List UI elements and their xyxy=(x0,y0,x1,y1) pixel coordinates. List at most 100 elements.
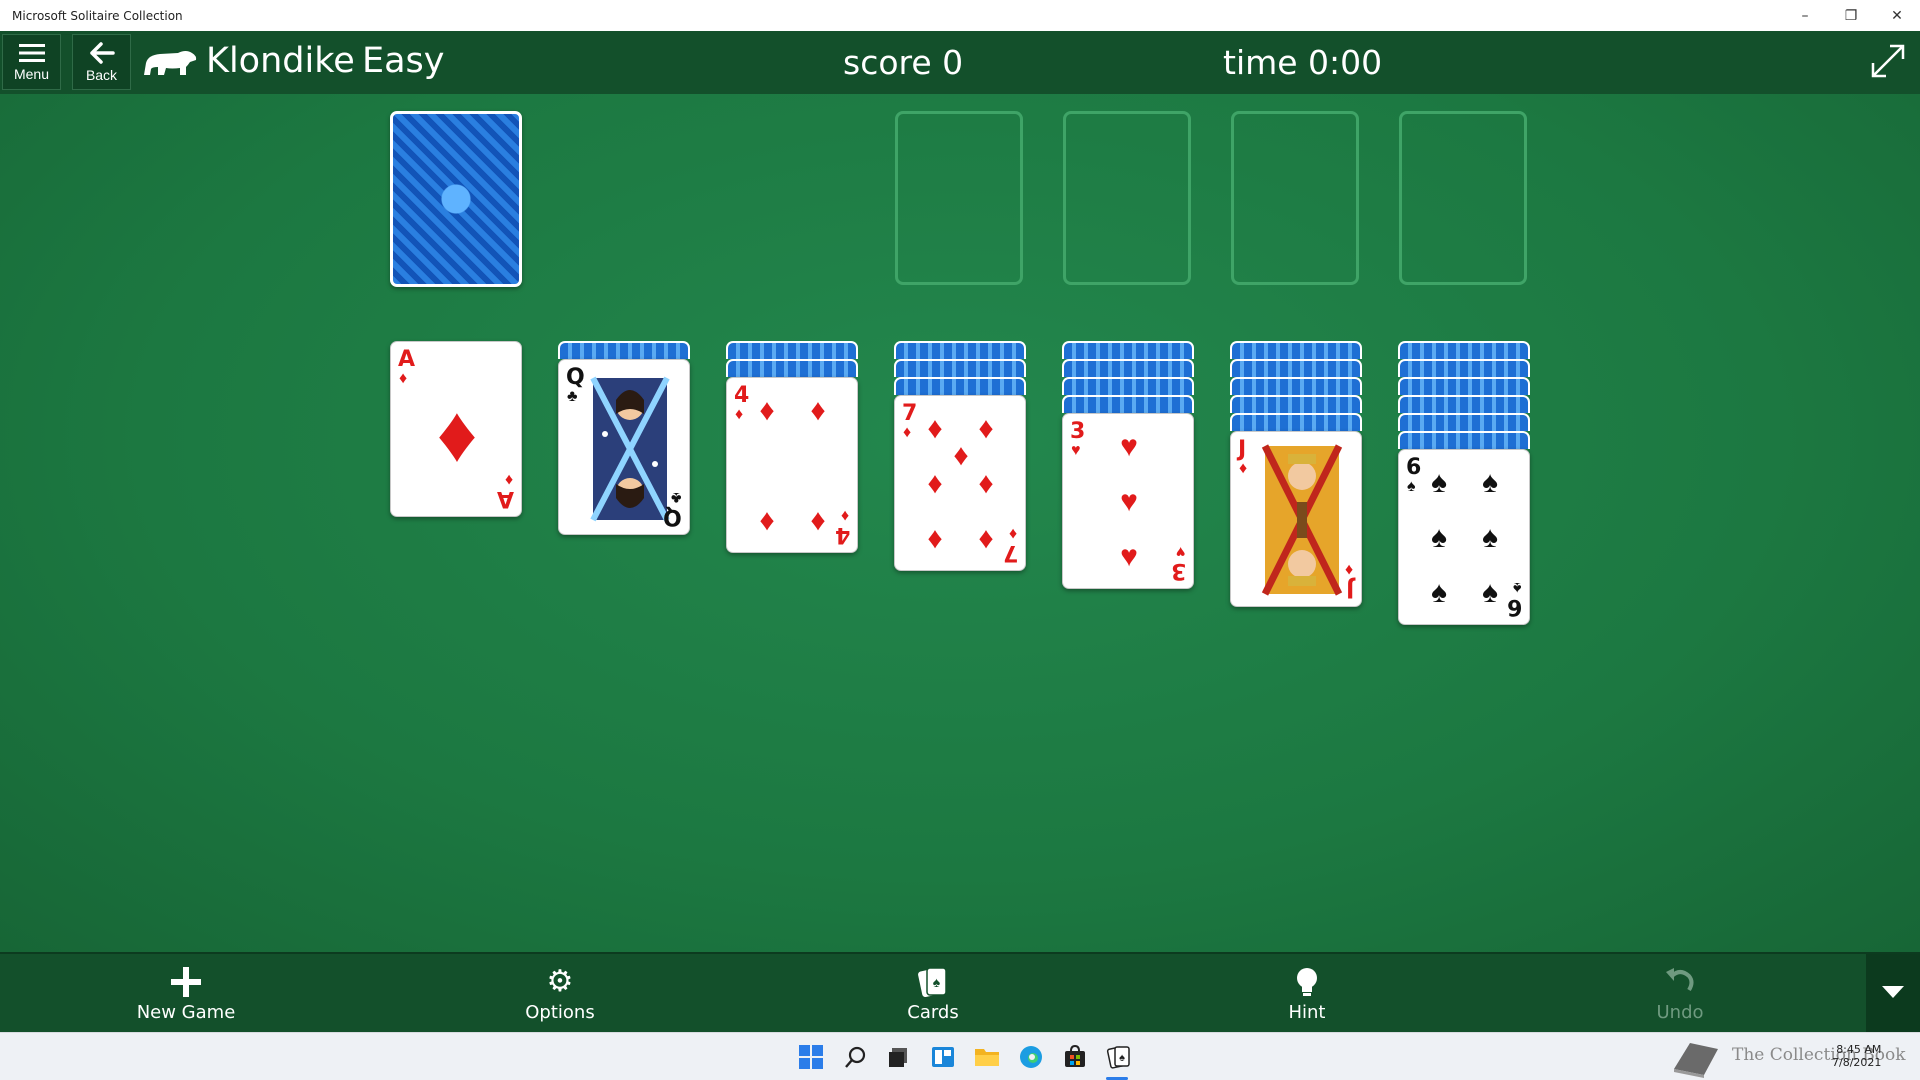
clock-time: 8:45 AM xyxy=(1836,1043,1882,1056)
minimize-button[interactable]: – xyxy=(1782,0,1828,31)
foundation-slot[interactable] xyxy=(1063,111,1191,285)
back-label: Back xyxy=(85,66,118,83)
tableau-card-seven-diamonds[interactable]: 7 ♦ ♦ ♦ ♦ ♦ ♦ ♦ ♦ 7 ♦ xyxy=(894,395,1026,571)
task-view-icon[interactable] xyxy=(884,1042,914,1072)
heart-pip-icon: ♥ xyxy=(1120,540,1138,573)
card-suit: ♥ xyxy=(1071,442,1081,459)
lightbulb-icon xyxy=(1297,967,1317,996)
foundation-slot[interactable] xyxy=(1399,111,1527,285)
face-down-card xyxy=(726,359,858,377)
spade-pip-icon: ♠ xyxy=(1482,576,1498,609)
score-display: score 0 xyxy=(843,43,964,82)
diamond-pip-icon: ♦ xyxy=(978,522,994,555)
new-game-label: New Game xyxy=(136,1001,236,1023)
foundation-slot[interactable] xyxy=(895,111,1023,285)
cards-label: Cards xyxy=(907,1001,959,1023)
back-button[interactable]: Back xyxy=(72,34,131,90)
card-rank-inverted: 4 xyxy=(834,522,850,547)
tableau-card-four-diamonds[interactable]: 4 ♦ ♦ ♦ ♦ ♦ 4 ♦ xyxy=(726,377,858,553)
jack-figure-icon xyxy=(1261,444,1343,596)
card-suit-inverted: ♣ xyxy=(670,489,682,506)
tableau-card-ace-diamonds[interactable]: A ♦ ♦ A ♦ xyxy=(390,341,522,517)
diamond-pip-icon: ♦ xyxy=(927,522,943,555)
card-rank: 6 xyxy=(1406,455,1422,480)
system-clock[interactable]: 8:45 AM 7/8/2021 xyxy=(1832,1043,1881,1069)
tableau-card-six-spades[interactable]: 6 ♠ ♠ ♠ ♠ ♠ ♠ ♠ 6 ♠ xyxy=(1398,449,1530,625)
face-down-card xyxy=(1398,413,1530,431)
face-down-card xyxy=(1398,359,1530,377)
foundation-slot[interactable] xyxy=(1231,111,1359,285)
widgets-icon[interactable] xyxy=(928,1042,958,1072)
restore-button[interactable]: ❐ xyxy=(1828,0,1874,31)
spade-pip-icon: ♠ xyxy=(1482,521,1498,554)
face-down-card xyxy=(1230,359,1362,377)
card-suit: ♦ xyxy=(1239,460,1248,477)
gear-icon: ⚙ xyxy=(546,965,574,998)
card-rank: 3 xyxy=(1070,419,1086,444)
face-down-card xyxy=(1062,377,1194,395)
card-rank-inverted: 7 xyxy=(1002,540,1018,565)
card-rank-inverted: 6 xyxy=(1506,594,1522,619)
heart-pip-icon: ♥ xyxy=(1120,485,1138,518)
face-down-card xyxy=(1230,413,1362,431)
card-suit-inverted: ♥ xyxy=(1175,543,1186,560)
diamond-pip-icon: ♦ xyxy=(810,504,826,537)
card-suit-inverted: ♦ xyxy=(1344,561,1353,578)
file-explorer-icon[interactable] xyxy=(972,1042,1002,1072)
face-down-card xyxy=(1398,395,1530,413)
hamburger-icon xyxy=(18,43,45,62)
close-button[interactable]: ✕ xyxy=(1874,0,1920,31)
card-suit: ♦ xyxy=(399,370,408,387)
windows-taskbar: ♠ The Collection Book 8:45 AM 7/8/2021 xyxy=(0,1032,1920,1080)
face-down-card xyxy=(726,341,858,359)
more-options-button[interactable] xyxy=(1866,954,1920,1032)
edge-browser-icon[interactable] xyxy=(1016,1042,1046,1072)
face-down-card xyxy=(1398,341,1530,359)
card-rank-inverted: Q xyxy=(663,504,682,529)
card-rank: 7 xyxy=(902,401,918,426)
diamond-pip-icon: ♦ xyxy=(978,467,994,500)
face-down-card xyxy=(1398,431,1530,449)
game-board: A ♦ ♦ A ♦ Q ♣ Q ♣ 4 ♦ ♦ ♦ ♦ ♦ 4 ♦ 7 ♦ ♦ … xyxy=(0,94,1920,952)
diamond-pip-icon: ♦ xyxy=(759,504,775,537)
solitaire-app-icon[interactable]: ♠ xyxy=(1104,1042,1134,1072)
menu-button[interactable]: Menu xyxy=(2,34,61,90)
undo-icon xyxy=(1666,967,1694,991)
card-rank-inverted: A xyxy=(496,486,514,511)
new-game-button[interactable]: New Game xyxy=(106,954,266,1032)
store-icon[interactable] xyxy=(1060,1042,1090,1072)
game-header: Menu Back Klondike Easy score 0 time 0:0… xyxy=(0,31,1920,94)
svg-text:♠: ♠ xyxy=(933,974,941,990)
card-suit-inverted: ♦ xyxy=(504,471,513,488)
start-icon[interactable] xyxy=(796,1042,826,1072)
tableau-card-queen-clubs[interactable]: Q ♣ Q ♣ xyxy=(558,359,690,535)
spade-pip-icon: ♠ xyxy=(1431,466,1447,499)
fullscreen-icon[interactable] xyxy=(1868,41,1908,81)
chevron-down-icon xyxy=(1882,986,1904,998)
bottom-toolbar: New Game ⚙ Options ♠ Cards Hint Undo xyxy=(0,952,1920,1032)
face-down-card xyxy=(1230,377,1362,395)
tableau-card-three-hearts[interactable]: 3 ♥ ♥ ♥ ♥ 3 ♥ xyxy=(1062,413,1194,589)
heart-pip-icon: ♥ xyxy=(1120,430,1138,463)
card-suit-inverted: ♦ xyxy=(840,507,849,524)
hint-button[interactable]: Hint xyxy=(1227,954,1387,1032)
diamond-pip-icon: ♦ xyxy=(953,439,969,472)
menu-label: Menu xyxy=(13,65,50,82)
card-suit: ♦ xyxy=(735,406,744,423)
card-suit: ♦ xyxy=(903,424,912,441)
stock-pile[interactable] xyxy=(390,111,522,287)
card-suit: ♣ xyxy=(567,388,578,405)
face-down-card xyxy=(1062,359,1194,377)
face-down-card xyxy=(558,341,690,359)
undo-button[interactable]: Undo xyxy=(1600,954,1760,1032)
card-rank: J xyxy=(1238,437,1247,462)
card-suit-inverted: ♠ xyxy=(1512,579,1522,596)
options-button[interactable]: ⚙ Options xyxy=(480,954,640,1032)
spade-pip-icon: ♠ xyxy=(1482,466,1498,499)
window-titlebar: Microsoft Solitaire Collection – ❐ ✕ xyxy=(0,0,1920,31)
tableau-card-jack-diamonds[interactable]: J ♦ J ♦ xyxy=(1230,431,1362,607)
game-name: Klondike xyxy=(206,41,355,81)
face-down-card xyxy=(894,377,1026,395)
search-icon[interactable] xyxy=(841,1042,871,1072)
cards-button[interactable]: ♠ Cards xyxy=(853,954,1013,1032)
